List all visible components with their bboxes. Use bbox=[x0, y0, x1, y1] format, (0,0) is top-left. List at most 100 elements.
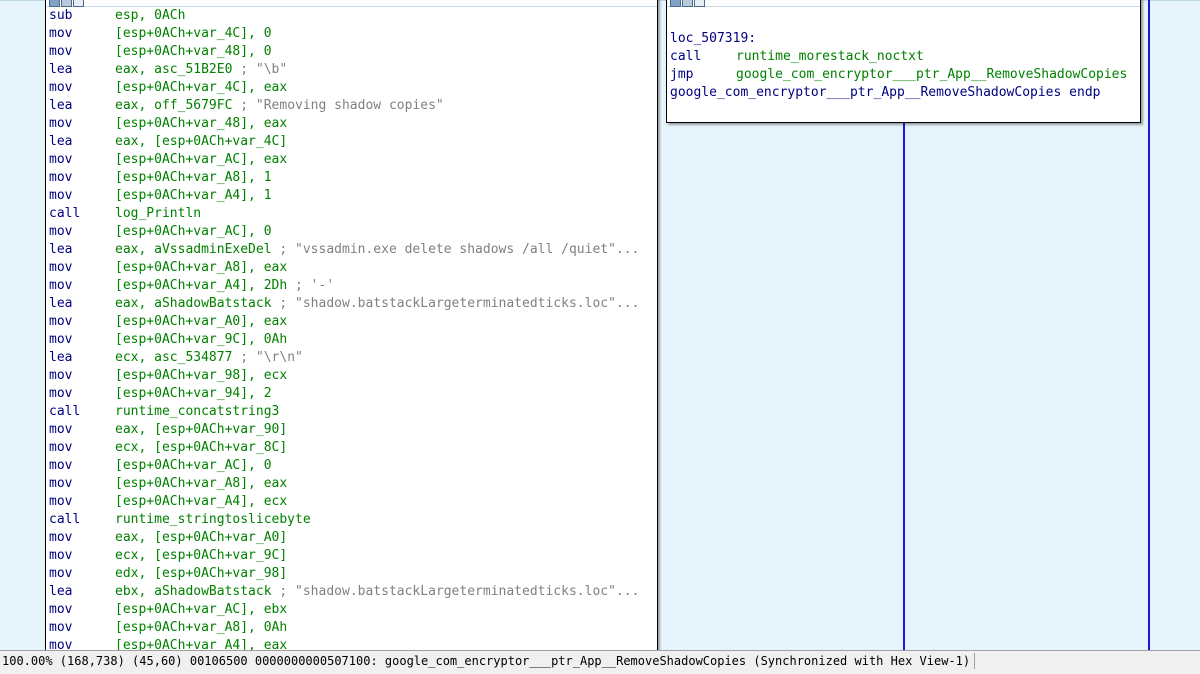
operands[interactable]: [esp+0ACh+var_9C], 0Ah bbox=[115, 331, 287, 349]
instruction-line[interactable]: sub esp, 0ACh bbox=[49, 7, 657, 25]
instruction-line[interactable]: jmp google_com_encryptor___ptr_App__Remo… bbox=[670, 66, 1127, 84]
operands[interactable]: ecx, [esp+0ACh+var_9C] bbox=[115, 547, 287, 565]
instruction-line[interactable]: mov [esp+0ACh+var_94], 2 bbox=[49, 385, 657, 403]
mnemonic: lea bbox=[49, 584, 73, 599]
operands[interactable]: [esp+0ACh+var_AC], 0 bbox=[115, 457, 272, 475]
instruction-line[interactable]: mov ecx, [esp+0ACh+var_8C] bbox=[49, 439, 657, 457]
operands[interactable]: [esp+0ACh+var_48], 0 bbox=[115, 43, 272, 61]
instruction-line[interactable]: lea ecx, asc_534877 ; "\r\n" bbox=[49, 349, 657, 367]
instruction-line[interactable]: call runtime_concatstring3 bbox=[49, 403, 657, 421]
operands[interactable]: eax, aVssadminExeDel bbox=[115, 241, 272, 259]
instruction-line[interactable]: lea eax, off_5679FC ; "Removing shadow co… bbox=[49, 97, 657, 115]
operands[interactable]: ebx, aShadowBatstack bbox=[115, 583, 272, 601]
instruction-line[interactable]: mov [esp+0ACh+var_A8], eax bbox=[49, 259, 657, 277]
operands[interactable]: [esp+0ACh+var_A4], 1 bbox=[115, 187, 272, 205]
operands[interactable]: [esp+0ACh+var_A8], 0Ah bbox=[115, 619, 287, 637]
instruction-line[interactable]: mov eax, [esp+0ACh+var_A0] bbox=[49, 529, 657, 547]
operands[interactable]: eax, [esp+0ACh+var_90] bbox=[115, 421, 287, 439]
comment: ; "\r\n" bbox=[232, 350, 303, 365]
basic-block-loc-507319[interactable]: loc_507319: call runtime_morestack_noctx… bbox=[666, 0, 1141, 123]
instruction-line[interactable]: lea eax, aShadowBatstack ; "shadow.batsta… bbox=[49, 295, 657, 313]
operands[interactable]: [esp+0ACh+var_94], 2 bbox=[115, 385, 272, 403]
instruction-line[interactable]: lea eax, asc_51B2E0 ; "\b" bbox=[49, 61, 657, 79]
operands[interactable]: log_Println bbox=[115, 205, 201, 223]
block-group-icon[interactable] bbox=[682, 0, 693, 7]
instruction-line[interactable]: mov [esp+0ACh+var_A4], 1 bbox=[49, 187, 657, 205]
instruction-line[interactable]: mov eax, [esp+0ACh+var_90] bbox=[49, 421, 657, 439]
operands[interactable]: [esp+0ACh+var_A8], 1 bbox=[115, 169, 272, 187]
operands[interactable]: runtime_morestack_noctxt bbox=[736, 48, 924, 66]
mnemonic: mov bbox=[49, 530, 73, 545]
operands[interactable]: [esp+0ACh+var_A8], eax bbox=[115, 475, 287, 493]
operands[interactable]: runtime_concatstring3 bbox=[115, 403, 279, 421]
instruction-line[interactable]: mov ecx, [esp+0ACh+var_9C] bbox=[49, 547, 657, 565]
instruction-line[interactable]: mov [esp+0ACh+var_AC], 0 bbox=[49, 457, 657, 475]
instruction-line[interactable]: mov [esp+0ACh+var_A8], 0Ah bbox=[49, 619, 657, 637]
operands[interactable]: eax, off_5679FC bbox=[115, 97, 232, 115]
operands[interactable]: eax, asc_51B2E0 bbox=[115, 61, 232, 79]
operands[interactable]: esp, 0ACh bbox=[115, 7, 185, 25]
instruction-line[interactable]: mov [esp+0ACh+var_A8], eax bbox=[49, 475, 657, 493]
operands[interactable]: eax, [esp+0ACh+var_4C] bbox=[115, 133, 287, 151]
basic-block-main[interactable]: sub esp, 0ACh mov [esp+0ACh+var_4C], 0 mov [e… bbox=[45, 0, 658, 656]
mnemonic: mov bbox=[49, 26, 73, 41]
mnemonic: lea bbox=[49, 98, 73, 113]
mnemonic: call bbox=[49, 206, 81, 221]
instruction-line[interactable]: call log_Println bbox=[49, 205, 657, 223]
instruction-line[interactable]: mov edx, [esp+0ACh+var_98] bbox=[49, 565, 657, 583]
block-color-icon[interactable] bbox=[670, 0, 681, 7]
instruction-line[interactable]: mov [esp+0ACh+var_9C], 0Ah bbox=[49, 331, 657, 349]
operands[interactable]: [esp+0ACh+var_A0], eax bbox=[115, 313, 287, 331]
mnemonic: mov bbox=[49, 440, 73, 455]
instruction-line[interactable]: mov [esp+0ACh+var_48], 0 bbox=[49, 43, 657, 61]
instruction-line[interactable]: lea eax, [esp+0ACh+var_4C] bbox=[49, 133, 657, 151]
instruction-line[interactable]: mov [esp+0ACh+var_A0], eax bbox=[49, 313, 657, 331]
mnemonic: call bbox=[670, 49, 702, 64]
instruction-line[interactable]: mov [esp+0ACh+var_48], eax bbox=[49, 115, 657, 133]
block-group-icon[interactable] bbox=[61, 0, 72, 7]
operands[interactable]: [esp+0ACh+var_98], ecx bbox=[115, 367, 287, 385]
block-collapse-icon[interactable] bbox=[73, 0, 84, 7]
instruction-line[interactable]: mov [esp+0ACh+var_4C], 0 bbox=[49, 25, 657, 43]
block-collapse-icon[interactable] bbox=[694, 0, 705, 7]
comment: ; "shadow.batstackLargeterminatedticks.l… bbox=[271, 296, 640, 311]
operands[interactable]: [esp+0ACh+var_A4], 2Dh bbox=[115, 277, 287, 295]
instruction-line[interactable]: mov [esp+0ACh+var_A4], ecx bbox=[49, 493, 657, 511]
operands[interactable]: [esp+0ACh+var_AC], eax bbox=[115, 151, 287, 169]
instruction-line[interactable]: mov [esp+0ACh+var_4C], eax bbox=[49, 79, 657, 97]
operands[interactable]: [esp+0ACh+var_A4], ecx bbox=[115, 493, 287, 511]
instruction-line[interactable]: mov [esp+0ACh+var_A8], 1 bbox=[49, 169, 657, 187]
operands[interactable]: runtime_stringtoslicebyte bbox=[115, 511, 311, 529]
operands[interactable]: eax, aShadowBatstack bbox=[115, 295, 272, 313]
label-loc[interactable]: loc_507319: bbox=[670, 30, 756, 48]
instruction-line[interactable]: lea eax, aVssadminExeDel ; "vssadmin.exe … bbox=[49, 241, 657, 259]
mnemonic: mov bbox=[49, 476, 73, 491]
instruction-line[interactable]: mov [esp+0ACh+var_AC], ebx bbox=[49, 601, 657, 619]
code-label[interactable]: loc_507319: bbox=[670, 30, 1127, 48]
mnemonic: mov bbox=[49, 368, 73, 383]
mnemonic: mov bbox=[49, 224, 73, 239]
mnemonic: mov bbox=[49, 548, 73, 563]
instruction-line[interactable]: call runtime_morestack_noctxt bbox=[670, 48, 1127, 66]
instruction-line[interactable]: mov [esp+0ACh+var_AC], 0 bbox=[49, 223, 657, 241]
operands[interactable]: [esp+0ACh+var_48], eax bbox=[115, 115, 287, 133]
instruction-line[interactable]: mov [esp+0ACh+var_A4], 2Dh ; '-' bbox=[49, 277, 657, 295]
operands[interactable]: ecx, [esp+0ACh+var_8C] bbox=[115, 439, 287, 457]
operands[interactable]: ecx, asc_534877 bbox=[115, 349, 232, 367]
operands[interactable]: edx, [esp+0ACh+var_98] bbox=[115, 565, 287, 583]
operands[interactable]: [esp+0ACh+var_A8], eax bbox=[115, 259, 287, 277]
operands[interactable]: google_com_encryptor___ptr_App__RemoveSh… bbox=[736, 66, 1127, 84]
graph-view[interactable]: sub esp, 0ACh mov [esp+0ACh+var_4C], 0 mov [e… bbox=[0, 0, 1200, 656]
instruction-line[interactable]: lea ebx, aShadowBatstack ; "shadow.batsta… bbox=[49, 583, 657, 601]
operands[interactable]: [esp+0ACh+var_AC], ebx bbox=[115, 601, 287, 619]
block-color-icon[interactable] bbox=[49, 0, 60, 7]
operands[interactable]: eax, [esp+0ACh+var_A0] bbox=[115, 529, 287, 547]
mnemonic: mov bbox=[49, 116, 73, 131]
operands[interactable]: [esp+0ACh+var_AC], 0 bbox=[115, 223, 272, 241]
instruction-line[interactable]: call runtime_stringtoslicebyte bbox=[49, 511, 657, 529]
instruction-line[interactable]: mov [esp+0ACh+var_98], ecx bbox=[49, 367, 657, 385]
mnemonic: mov bbox=[49, 152, 73, 167]
instruction-line[interactable]: mov [esp+0ACh+var_AC], eax bbox=[49, 151, 657, 169]
operands[interactable]: [esp+0ACh+var_4C], 0 bbox=[115, 25, 272, 43]
operands[interactable]: [esp+0ACh+var_4C], eax bbox=[115, 79, 287, 97]
